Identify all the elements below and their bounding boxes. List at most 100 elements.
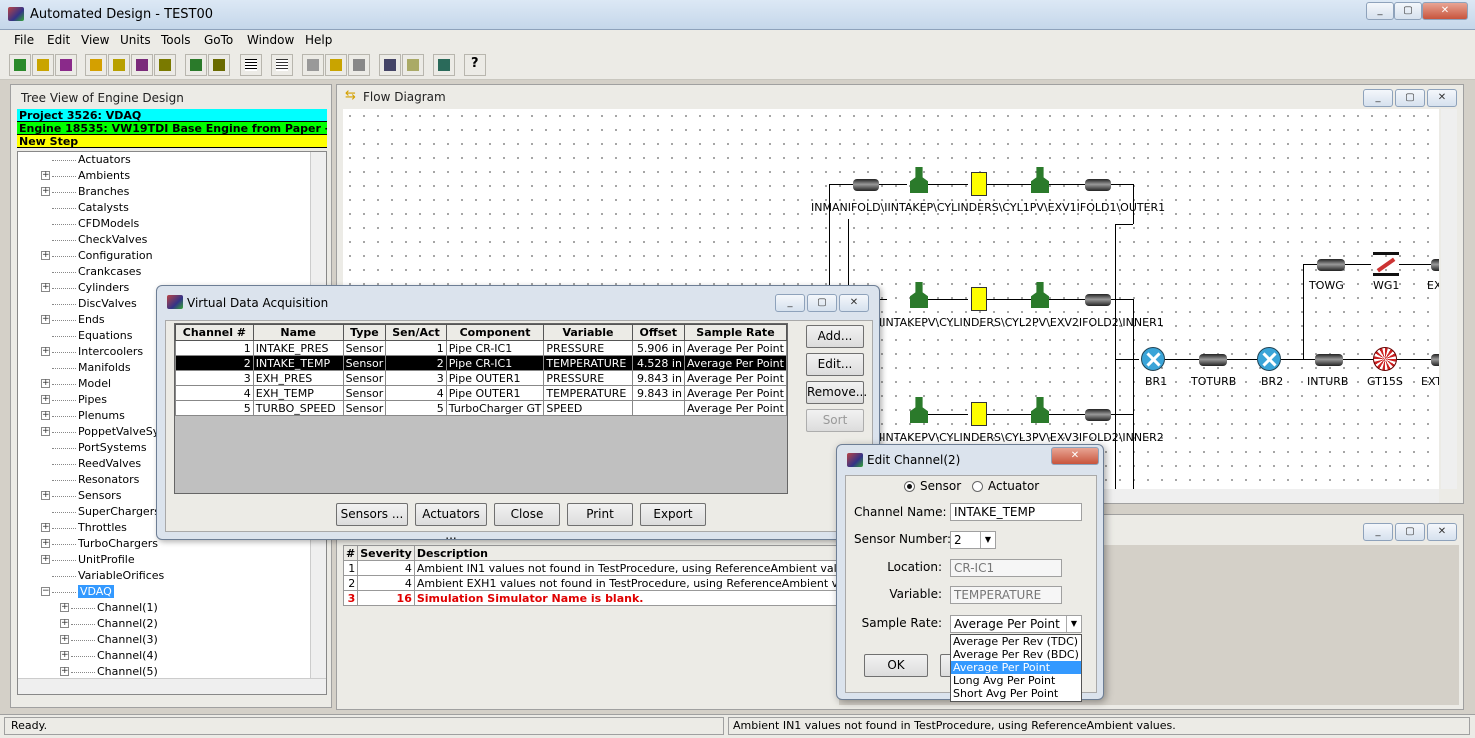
report2-icon[interactable] — [208, 54, 230, 76]
tree-horizontal-scrollbar[interactable] — [18, 678, 326, 694]
message-row[interactable]: 1 4 Ambient IN1 values not found in TestPr… — [342, 560, 865, 576]
tree-item[interactable]: + Branches — [41, 184, 129, 200]
flow-maximize-button[interactable]: ▢ — [1395, 89, 1425, 107]
col-channel[interactable]: Channel # — [175, 324, 254, 341]
tree-item[interactable]: + Configuration — [41, 248, 153, 264]
sensors-button[interactable]: Sensors ... — [336, 503, 408, 526]
vdaq-close-button[interactable]: ✕ — [839, 294, 869, 312]
pipe-ex[interactable] — [1431, 259, 1439, 271]
message-row[interactable]: 2 4 Ambient EXH1 values not found in TestP… — [342, 575, 865, 591]
channel-row[interactable]: 3 EXH_PRES Sensor 3 Pipe OUTER1 PRESSURE 9.843… — [175, 370, 788, 386]
tree-item[interactable]: + Intercoolers — [41, 344, 143, 360]
open-icon[interactable] — [9, 54, 31, 76]
pipe-towg[interactable] — [1317, 259, 1345, 271]
msg-minimize-button[interactable]: _ — [1363, 523, 1393, 541]
tree-item[interactable]: + Model — [41, 376, 111, 392]
tree-item[interactable]: Crankcases — [42, 264, 141, 280]
vdaq-maximize-button[interactable]: ▢ — [807, 294, 837, 312]
expand-toggle-icon[interactable]: + — [41, 187, 50, 196]
expand-toggle-icon[interactable]: + — [41, 411, 50, 420]
expand-toggle-icon[interactable]: + — [41, 539, 50, 548]
col-offset[interactable]: Offset — [631, 324, 685, 341]
tree-item[interactable]: + Cylinders — [41, 280, 129, 296]
pipe-exti[interactable] — [1431, 354, 1439, 366]
menu-file[interactable]: File — [14, 33, 34, 47]
intake-port-component[interactable] — [910, 282, 928, 308]
turbine-gt15s[interactable] — [1373, 347, 1397, 371]
actuators-button[interactable]: Actuators ... — [415, 503, 487, 542]
channel-row[interactable]: 5 TURBO_SPEED Sensor 5 TurboCharger GT SPEED A… — [175, 400, 788, 416]
tree-item[interactable]: + Pipes — [41, 392, 107, 408]
chart-icon[interactable] — [325, 54, 347, 76]
expand-toggle-icon[interactable]: + — [41, 523, 50, 532]
expand-toggle-icon[interactable]: + — [60, 667, 69, 676]
tree-item[interactable]: PortSystems — [42, 440, 147, 456]
tree-item[interactable]: Actuators — [42, 152, 131, 168]
intake-port-component[interactable] — [910, 167, 928, 193]
col-severity[interactable]: Severity — [357, 545, 415, 561]
tree-item[interactable]: Manifolds — [42, 360, 131, 376]
tree-item[interactable]: Resonators — [42, 472, 139, 488]
tree-item[interactable]: ReedValves — [42, 456, 141, 472]
col-description[interactable]: Description — [413, 545, 865, 561]
pipe-component[interactable] — [1085, 179, 1111, 191]
list-icon[interactable] — [240, 54, 262, 76]
flow-vertical-scrollbar[interactable] — [1441, 109, 1457, 489]
tree-item[interactable]: Equations — [42, 328, 132, 344]
chevron-down-icon[interactable]: ▼ — [1066, 616, 1081, 632]
cylinder-component[interactable] — [971, 287, 987, 311]
sample-rate-option[interactable]: Average Per Rev (TDC) — [951, 635, 1081, 648]
sample-rate-option-selected[interactable]: Average Per Point — [951, 661, 1081, 674]
minimize-button[interactable]: _ — [1366, 2, 1394, 20]
expand-toggle-icon[interactable]: + — [41, 491, 50, 500]
branch-br2[interactable] — [1257, 347, 1281, 371]
ok-button[interactable]: OK — [864, 654, 928, 677]
run-icon[interactable] — [131, 54, 153, 76]
sort-button[interactable]: Sort — [806, 409, 864, 432]
sample-rate-option[interactable]: Short Avg Per Point — [951, 687, 1081, 700]
tree-item[interactable]: + Ambients — [41, 168, 130, 184]
tree-item[interactable]: Catalysts — [42, 200, 129, 216]
sensor-number-select[interactable]: 2 ▼ — [950, 531, 996, 549]
help-icon[interactable]: ? — [464, 54, 486, 76]
save-icon[interactable] — [32, 54, 54, 76]
flow-close-button[interactable]: ✕ — [1427, 89, 1457, 107]
tree-item-channel[interactable]: + Channel(1) — [60, 600, 158, 616]
expand-toggle-icon[interactable]: + — [60, 635, 69, 644]
tree-item[interactable]: + PoppetValveSys — [41, 424, 165, 440]
col-senact[interactable]: Sen/Act — [385, 324, 447, 341]
pipe-component[interactable] — [853, 179, 879, 191]
pencil-icon[interactable] — [108, 54, 130, 76]
expand-toggle-icon[interactable]: + — [41, 315, 50, 324]
sample-rate-option[interactable]: Long Avg Per Point — [951, 674, 1081, 687]
msg-close-button[interactable]: ✕ — [1427, 523, 1457, 541]
step-header[interactable]: New Step — [17, 135, 327, 148]
tree-item-channel[interactable]: + Channel(2) — [60, 616, 158, 632]
menu-edit[interactable]: Edit — [47, 33, 70, 47]
print-button[interactable]: Print — [567, 503, 633, 526]
export-button[interactable]: Export — [640, 503, 706, 526]
book-icon[interactable] — [433, 54, 455, 76]
menu-units[interactable]: Units — [120, 33, 151, 47]
sensor-radio[interactable] — [904, 481, 915, 492]
expand-toggle-icon[interactable]: + — [41, 395, 50, 404]
project-header[interactable]: Project 3526: VDAQ — [17, 109, 327, 122]
expand-toggle-icon[interactable]: + — [41, 251, 50, 260]
chevron-down-icon[interactable]: ▼ — [980, 532, 995, 548]
tree-item[interactable]: CheckValves — [42, 232, 147, 248]
branch-br1[interactable] — [1141, 347, 1165, 371]
vdaq-minimize-button[interactable]: _ — [775, 294, 805, 312]
menu-tools[interactable]: Tools — [161, 33, 191, 47]
channel-row[interactable]: 1 INTAKE_PRES Sensor 1 Pipe CR-IC1 PRESSURE 5.… — [175, 340, 788, 356]
run-all-icon[interactable] — [154, 54, 176, 76]
edit-button[interactable]: Edit... — [806, 353, 864, 376]
engine-header[interactable]: Engine 18535: VW19TDI Base Engine from P… — [17, 122, 327, 135]
camera-icon[interactable] — [402, 54, 424, 76]
close-dialog-button[interactable]: Close — [494, 503, 560, 526]
tree-item[interactable]: + UnitProfile — [41, 552, 135, 568]
menu-goto[interactable]: GoTo — [204, 33, 233, 47]
image-icon[interactable] — [379, 54, 401, 76]
app-icon[interactable] — [55, 54, 77, 76]
grid-icon[interactable] — [302, 54, 324, 76]
col-name[interactable]: Name — [252, 324, 344, 341]
